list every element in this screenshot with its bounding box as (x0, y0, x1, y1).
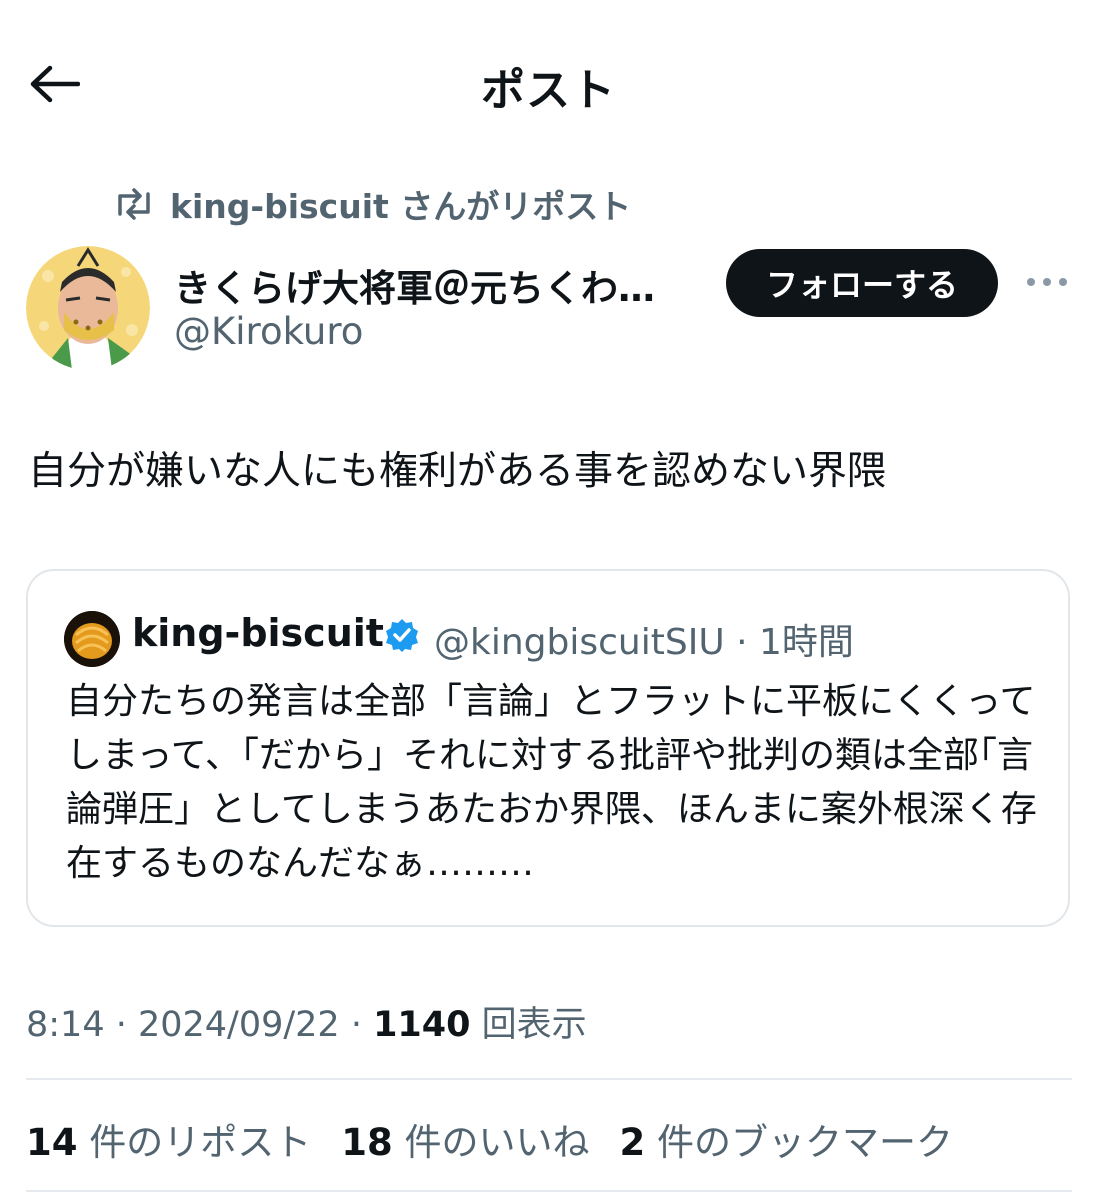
author-handle[interactable]: @Kirokuro (174, 310, 363, 353)
repost-text[interactable]: king-biscuit さんがリポスト (170, 180, 631, 228)
post-meta: 8:14 · 2024/09/22 · 1140 回表示 (26, 996, 587, 1047)
views-label: 回表示 (470, 1005, 587, 1045)
views-count: 1140 (373, 1005, 471, 1045)
post-text: 自分が嫌いな人にも権利がある事を認めない界隈 (28, 449, 887, 494)
page-title: ポスト (481, 65, 616, 116)
reposts-count: 14 (26, 1121, 78, 1164)
repost-icon (118, 188, 150, 220)
more-dots-icon (1027, 278, 1067, 286)
post-time-date[interactable]: 8:14 · 2024/09/22 · (26, 1005, 373, 1045)
quoted-post-card[interactable]: king-biscuit @kingbiscuitSIU · 1時間 自分たちの… (26, 569, 1070, 927)
bookmarks-count: 2 (619, 1121, 646, 1164)
reposts-stat[interactable]: 14 件のリポスト (26, 1112, 311, 1166)
divider (26, 1078, 1072, 1080)
engagement-stats: 14 件のリポスト 18 件のいいね 2 件のブックマーク (26, 1112, 953, 1166)
avatar[interactable] (26, 246, 150, 370)
quoted-post-text: 自分たちの発言は全部「言論」とフラットに平板にくくってしまって、「だから」それに… (66, 681, 1037, 884)
verified-badge-icon (386, 619, 418, 652)
follow-button[interactable]: フォローする (726, 249, 998, 317)
bookmarks-label: 件のブックマーク (645, 1121, 954, 1164)
more-button[interactable] (1022, 262, 1072, 302)
likes-count: 18 (341, 1121, 393, 1164)
quoted-author-name: king-biscuit (132, 611, 384, 655)
author-name[interactable]: きくらげ大将軍＠元ちくわ… (174, 258, 704, 312)
quoted-handle-time: @kingbiscuitSIU · 1時間 (434, 622, 854, 663)
likes-label: 件のいいね (392, 1121, 590, 1164)
repost-indicator: king-biscuit さんがリポスト (112, 180, 631, 228)
bookmarks-stat[interactable]: 2 件のブックマーク (620, 1112, 954, 1166)
quoted-avatar (64, 611, 120, 667)
likes-stat[interactable]: 18 件のいいね (341, 1112, 589, 1166)
reposts-label: 件のリポスト (77, 1121, 312, 1164)
divider (26, 1190, 1072, 1192)
